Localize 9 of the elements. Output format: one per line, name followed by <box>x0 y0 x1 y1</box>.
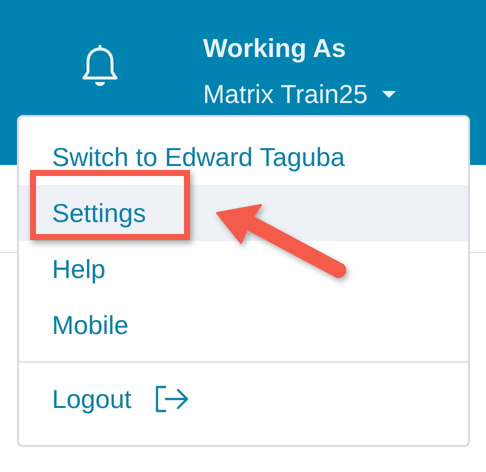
logout-icon <box>154 385 190 413</box>
caret-icon <box>382 91 396 99</box>
menu-item[interactable]: Logout <box>19 363 468 435</box>
user-dropdown[interactable]: Matrix Train25 <box>203 76 396 112</box>
menu-item[interactable]: Switch to Edward Taguba <box>19 129 468 185</box>
working-as-label: Working As <box>203 32 348 65</box>
menu-item[interactable]: Mobile <box>19 297 468 353</box>
notification-bell-icon[interactable] <box>80 45 120 89</box>
menu-item[interactable]: Help <box>19 241 468 297</box>
